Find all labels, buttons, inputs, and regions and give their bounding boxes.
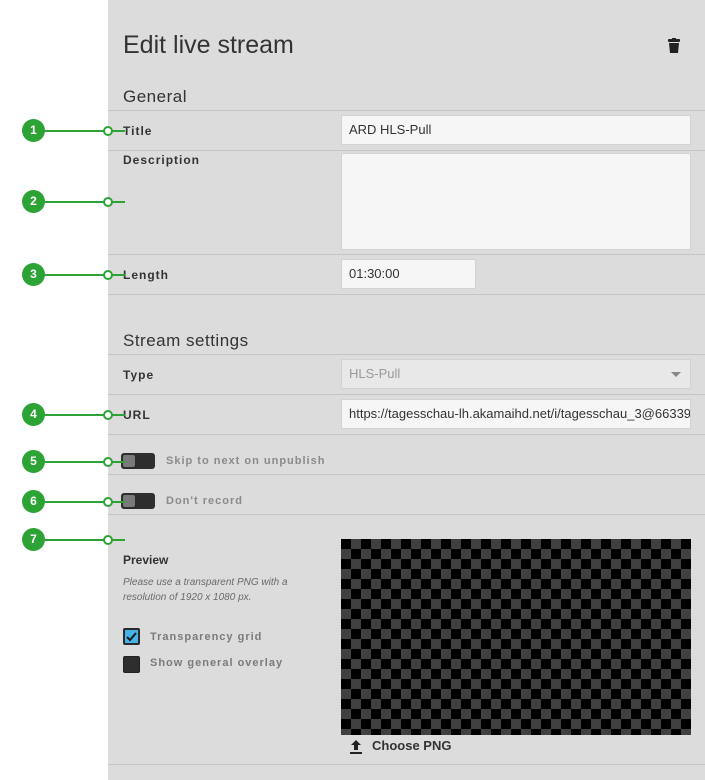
type-select-value: HLS-Pull — [349, 366, 401, 381]
length-label: Length — [123, 268, 169, 282]
length-input[interactable]: 01:30:00 — [341, 259, 476, 289]
divider — [108, 150, 705, 151]
divider — [108, 764, 705, 765]
divider — [108, 354, 705, 355]
preview-transparency-grid — [341, 539, 691, 735]
overlay-checkbox[interactable] — [123, 656, 140, 673]
divider — [108, 434, 705, 435]
description-textarea[interactable] — [341, 153, 691, 250]
callout-number: 4 — [22, 403, 45, 426]
callout-number: 2 — [22, 190, 45, 213]
title-label: Title — [123, 124, 153, 138]
divider — [108, 254, 705, 255]
preview-hint: Please use a transparent PNG with a reso… — [123, 577, 288, 603]
callout-number: 3 — [22, 263, 45, 286]
record-toggle-label: Don't record — [166, 495, 243, 507]
general-heading: General — [123, 87, 187, 106]
callout-number: 1 — [22, 119, 45, 142]
description-label: Description — [123, 153, 201, 167]
callout-dot — [103, 535, 113, 545]
overlay-label: Show general overlay — [150, 657, 284, 669]
record-toggle[interactable] — [121, 493, 155, 509]
divider — [108, 110, 705, 111]
transparency-checkbox[interactable] — [123, 628, 140, 645]
callout-dot — [103, 197, 113, 207]
callout-dot — [103, 497, 113, 507]
choose-png-label: Choose PNG — [372, 738, 452, 753]
preview-label: Preview — [123, 553, 169, 567]
check-icon — [126, 632, 137, 642]
type-label: Type — [123, 368, 155, 382]
transparency-label: Transparency grid — [150, 631, 263, 643]
skip-toggle[interactable] — [121, 453, 155, 469]
callout-dot — [103, 457, 113, 467]
callout-dot — [103, 270, 113, 280]
callout-dot — [103, 410, 113, 420]
type-select[interactable]: HLS-Pull — [341, 359, 691, 389]
url-input[interactable]: https://tagesschau-lh.akamaihd.net/i/tag… — [341, 399, 691, 429]
divider — [108, 514, 705, 515]
trash-icon[interactable] — [667, 38, 681, 53]
divider — [108, 294, 705, 295]
chevron-down-icon — [671, 372, 681, 377]
skip-toggle-label: Skip to next on unpublish — [166, 455, 326, 467]
divider — [108, 474, 705, 475]
callout-dot — [103, 126, 113, 136]
title-input[interactable]: ARD HLS-Pull — [341, 115, 691, 145]
callout-number: 7 — [22, 528, 45, 551]
page-title: Edit live stream — [123, 31, 294, 59]
callout-number: 6 — [22, 490, 45, 513]
callout-number: 5 — [22, 450, 45, 473]
divider — [108, 394, 705, 395]
upload-icon — [350, 740, 362, 754]
url-label: URL — [123, 408, 151, 422]
stream-settings-heading: Stream settings — [123, 331, 249, 350]
